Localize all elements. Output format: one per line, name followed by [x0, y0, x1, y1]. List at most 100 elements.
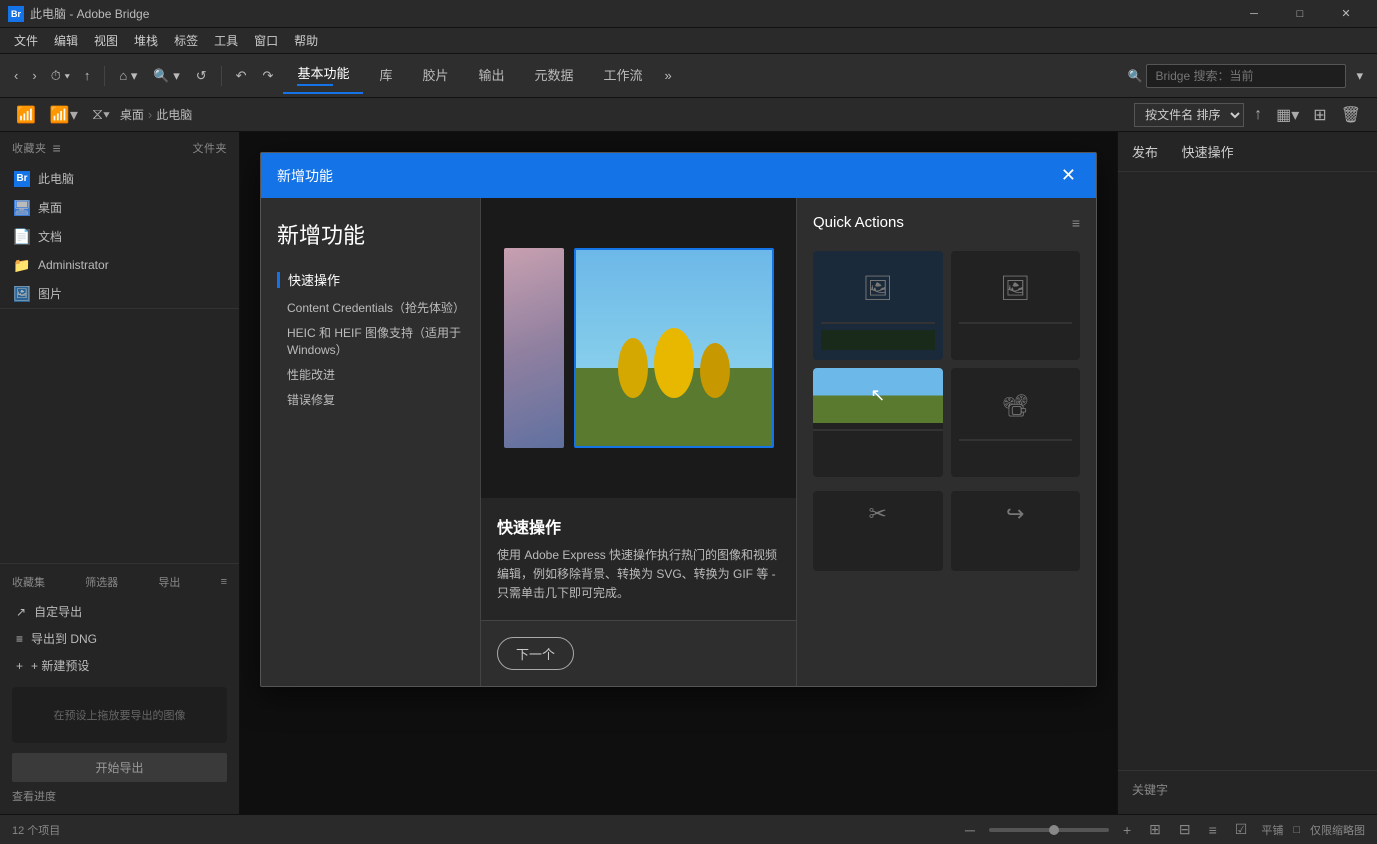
pictures-icon: 🖼 [14, 286, 30, 302]
sunflower2 [654, 328, 694, 398]
new-features-dialog: 新增功能 ✕ 新增功能 快速操作 Content Credentials（抢先体… [260, 152, 1097, 687]
sidebar-item-administrator[interactable]: 📁 Administrator [0, 251, 239, 279]
reveal-button[interactable]: 🔍 ▾ [147, 64, 185, 88]
breadcrumb-desktop[interactable]: 桌面 [120, 106, 144, 123]
app-title: 此电脑 - Adobe Bridge [30, 5, 1231, 22]
view-options-button[interactable]: ▦▾ [1272, 101, 1303, 129]
menu-file[interactable]: 文件 [6, 28, 46, 54]
breadcrumb-actions: 按文件名 排序 ↑ ▦▾ ⊞ 🗑 [1134, 101, 1365, 129]
path-signal-button[interactable]: 📶 [12, 101, 40, 129]
filter-label: 筛选器 [85, 574, 118, 590]
feature-item-performance[interactable]: 性能改进 [287, 366, 464, 383]
tab-workflow[interactable]: 工作流 [590, 59, 657, 92]
detail-view-btn[interactable]: ☑ [1231, 819, 1252, 840]
feature-section: 快速操作 Content Credentials（抢先体验） HEIC 和 HE… [277, 270, 464, 408]
tab-output[interactable]: 输出 [465, 59, 519, 92]
flatten-label: 平铺 [1261, 822, 1283, 838]
zoom-slider[interactable] [989, 828, 1109, 832]
thumb-label: 仅限缩略图 [1310, 822, 1365, 838]
sort-asc-button[interactable]: ↑ [1250, 102, 1266, 128]
qa-item-3[interactable]: ↖ [813, 368, 943, 477]
search-input[interactable] [1146, 64, 1346, 88]
new-preset-icon: + [16, 659, 23, 673]
qa-icon-container-4: 📽 [959, 378, 1073, 433]
export-progress: 查看进度 [12, 788, 227, 804]
sidebar-item-desktop[interactable]: 🖥 桌面 [0, 193, 239, 222]
right-panel: 发布 快速操作 关键字 [1117, 132, 1377, 814]
menu-tools[interactable]: 工具 [206, 28, 246, 54]
sunflower1 [618, 338, 648, 398]
search-options-button[interactable]: ▾ [1350, 64, 1369, 88]
feature-item-credentials[interactable]: Content Credentials（抢先体验） [287, 299, 464, 316]
sidebar-item-pictures[interactable]: 🖼 图片 [0, 279, 239, 308]
qa-item-1[interactable]: 🖼 [813, 251, 943, 360]
breadcrumb-bar: 📶 📶▾ ⧖▾ 桌面 › 此电脑 按文件名 排序 ↑ ▦▾ ⊞ 🗑 [0, 98, 1377, 132]
menu-stack[interactable]: 堆栈 [126, 28, 166, 54]
item-count: 12 个项目 [12, 822, 60, 838]
tab-library[interactable]: 库 [365, 59, 406, 92]
dialog-header: 新增功能 ✕ [261, 153, 1096, 198]
quick-actions-title: Quick Actions [813, 214, 904, 231]
history-button[interactable]: ⏱ ▾ [45, 64, 76, 88]
qa-scissors-1[interactable]: ✂ [813, 491, 943, 571]
desc-title: 快速操作 [497, 514, 780, 538]
favorites-header: 收藏夹 ≡ 文件夹 [0, 132, 239, 164]
scissors-row: ✂ ↪ [813, 491, 1080, 571]
qa-item-2[interactable]: 🖼 [951, 251, 1081, 360]
export-dng-icon: ≡ [16, 632, 23, 646]
desktop-icon: 🖥 [14, 200, 30, 216]
up-button[interactable]: ↑ [78, 64, 97, 87]
grid-view-btn[interactable]: ⊞ [1145, 819, 1165, 840]
start-export-button[interactable]: 开始导出 [12, 753, 227, 782]
minimize-button[interactable]: ─ [1231, 0, 1277, 28]
feature-section-label: 快速操作 [277, 270, 464, 289]
menu-view[interactable]: 视图 [86, 28, 126, 54]
dialog-images [481, 198, 796, 498]
main-image [574, 248, 774, 448]
favorites-label: 收藏夹 [12, 140, 47, 156]
qa-item-4[interactable]: 📽 [951, 368, 1081, 477]
dialog-title: 新增功能 [277, 166, 333, 186]
export-custom[interactable]: ↗ 自定导出 [12, 598, 227, 625]
more-tabs-button[interactable]: » [659, 64, 678, 87]
dialog-close-button[interactable]: ✕ [1057, 165, 1080, 186]
zoom-in-button[interactable]: + [1119, 820, 1135, 840]
export-dng[interactable]: ≡ 导出到 DNG [12, 625, 227, 652]
desc-text: 使用 Adobe Express 快速操作执行热门的图像和视频编辑，例如移除背景… [497, 546, 780, 604]
undo-button[interactable]: ↶ [230, 64, 253, 88]
close-button[interactable]: ✕ [1323, 0, 1369, 28]
export-new-preset[interactable]: + + 新建预设 [12, 652, 227, 679]
feature-item-bugfix[interactable]: 错误修复 [287, 391, 464, 408]
forward-button[interactable]: › [26, 64, 42, 87]
tab-filmstrip[interactable]: 胶片 [408, 59, 462, 92]
redo-button[interactable]: ↷ [257, 64, 280, 88]
maximize-button[interactable]: □ [1277, 0, 1323, 28]
menu-window[interactable]: 窗口 [246, 28, 286, 54]
list-view-btn[interactable]: ≡ [1205, 820, 1221, 840]
breadcrumb-sep: › [148, 107, 152, 122]
sidebar-item-thispc[interactable]: Br 此电脑 [0, 164, 239, 193]
grid-view-btn2[interactable]: ⊟ [1175, 819, 1195, 840]
back-button[interactable]: ‹ [8, 64, 24, 87]
menu-edit[interactable]: 编辑 [46, 28, 86, 54]
feature-item-heic[interactable]: HEIC 和 HEIF 图像支持（适用于 Windows） [287, 324, 464, 358]
tab-essentials[interactable]: 基本功能 [283, 57, 363, 94]
zoom-out-button[interactable]: ─ [961, 820, 979, 840]
qa-scissors-2[interactable]: ↪ [951, 491, 1081, 571]
qa-icon-container-1: 🖼 [821, 261, 935, 316]
folder-icon: 📁 [14, 257, 30, 273]
sidebar-item-documents[interactable]: 📄 文档 [0, 222, 239, 251]
tab-metadata[interactable]: 元数据 [521, 59, 588, 92]
path-signal2-button[interactable]: 📶▾ [46, 101, 82, 129]
home-button[interactable]: ⌂ ▾ [113, 64, 143, 88]
refresh-button[interactable]: ↺ [190, 64, 213, 88]
sort-select[interactable]: 按文件名 排序 [1134, 103, 1244, 127]
window-controls[interactable]: ─ □ ✕ [1231, 0, 1369, 28]
grid-view-button[interactable]: ⊞ [1309, 101, 1330, 129]
next-button[interactable]: 下一个 [497, 637, 574, 670]
menu-label[interactable]: 标签 [166, 28, 206, 54]
menu-help[interactable]: 帮助 [286, 28, 326, 54]
breadcrumb-thispc[interactable]: 此电脑 [156, 106, 192, 123]
filter-button[interactable]: ⧖▾ [88, 102, 114, 128]
delete-button[interactable]: 🗑 [1337, 101, 1365, 129]
